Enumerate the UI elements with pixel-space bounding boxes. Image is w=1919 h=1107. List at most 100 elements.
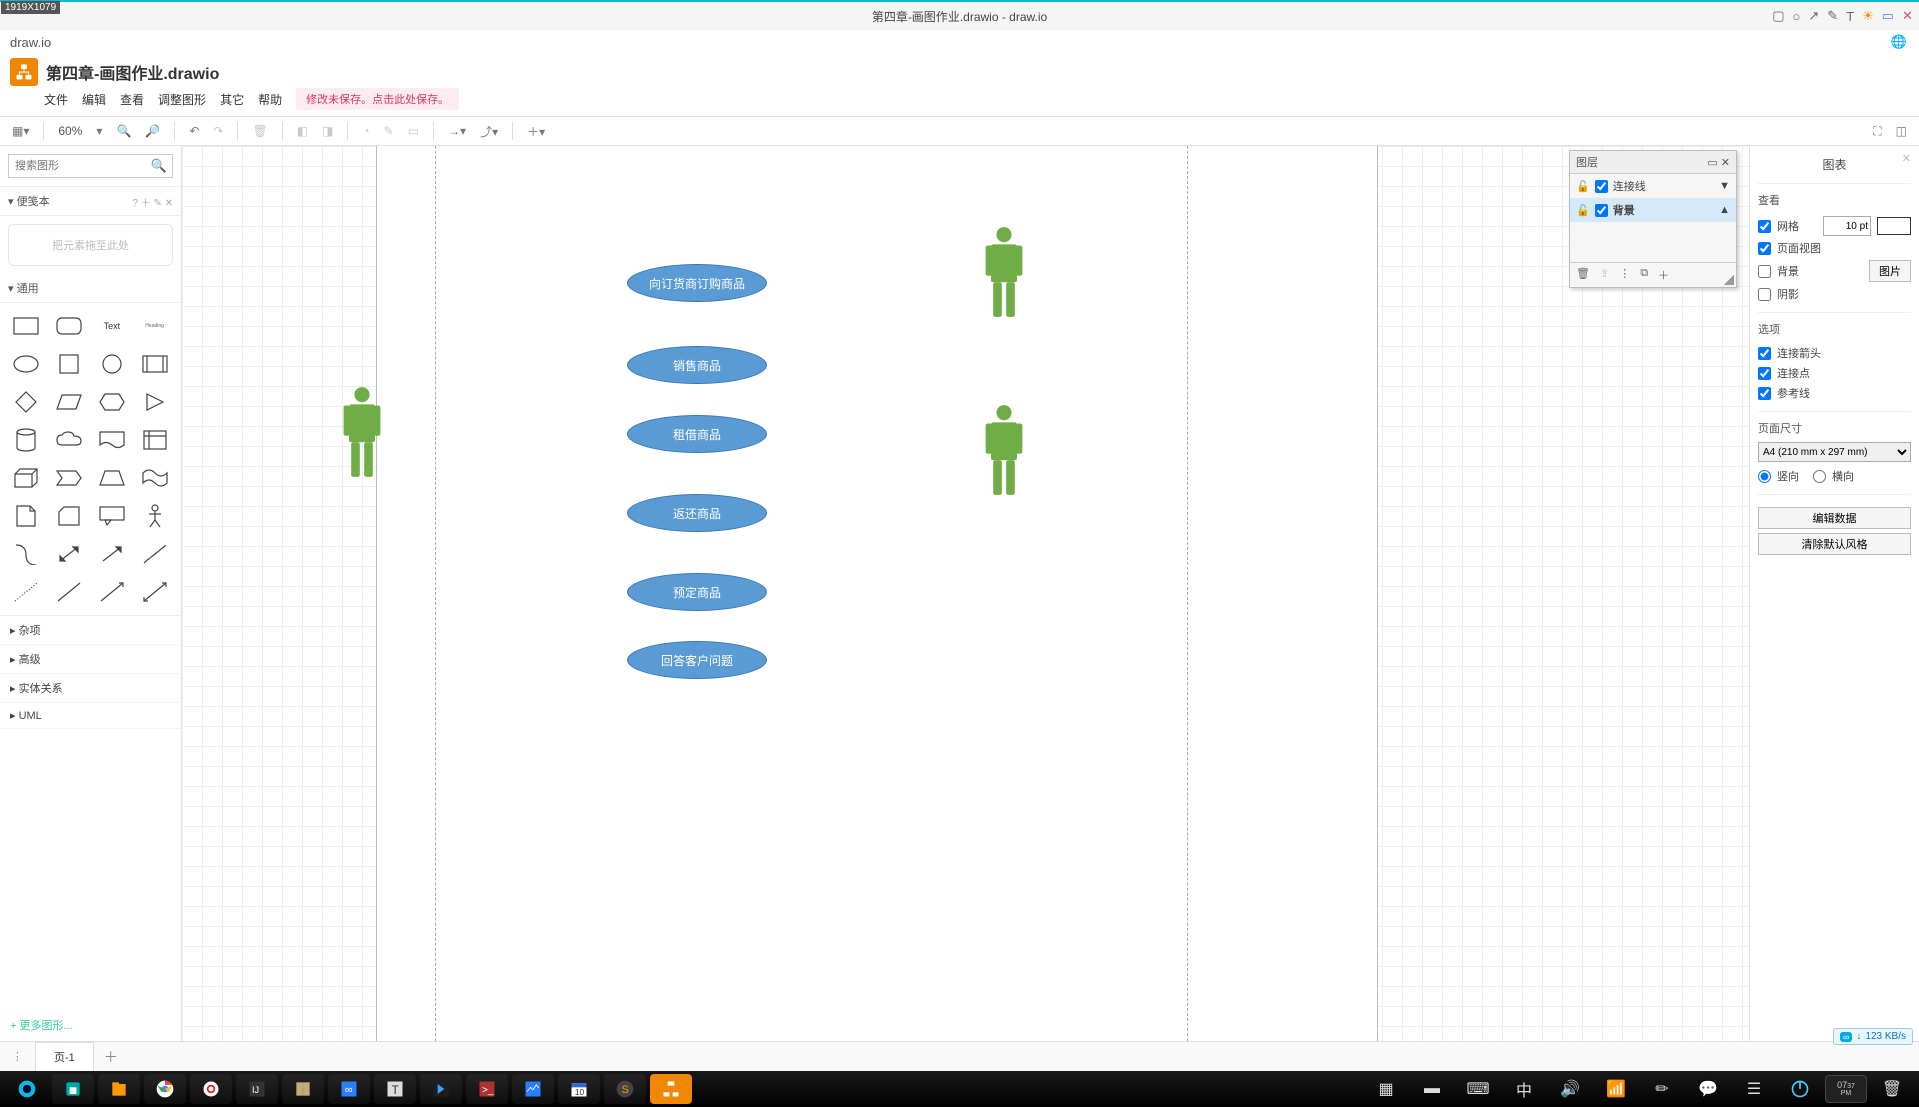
search-icon[interactable]: 🔍 (151, 158, 167, 174)
pencil-icon[interactable]: ✎ (1827, 8, 1838, 24)
usecase-5[interactable]: 预定商品 (627, 573, 767, 611)
shape-parallelogram[interactable] (51, 387, 88, 417)
shape-text[interactable]: Text (94, 311, 131, 341)
delete-icon[interactable]: 🗑 (248, 122, 271, 140)
shape-circle[interactable] (94, 349, 131, 379)
menu-help[interactable]: 帮助 (258, 91, 282, 108)
insert-icon[interactable]: ＋▾ (523, 121, 549, 142)
layer-visible-checkbox[interactable] (1595, 204, 1608, 217)
pageview-checkbox[interactable] (1758, 242, 1771, 255)
layer-row[interactable]: 🔓 背景 ▲ (1570, 198, 1736, 222)
shape-curve[interactable] (8, 539, 45, 569)
duplicate-layer-icon[interactable]: ⧉ (1640, 267, 1648, 283)
clock[interactable]: 0737 PM (1825, 1075, 1867, 1103)
cat-misc[interactable]: ▸ 杂项 (0, 616, 181, 645)
clear-style-button[interactable]: 清除默认风格 (1758, 533, 1911, 555)
lock-toggle-icon[interactable]: 🔓 (1576, 180, 1590, 193)
shape-ellipse[interactable] (8, 349, 45, 379)
shape-callout[interactable] (94, 501, 131, 531)
filename[interactable]: 第四章-画图作业.drawio (46, 60, 219, 84)
menu-view[interactable]: 查看 (120, 91, 144, 108)
shape-square-icon[interactable]: ▢ (1772, 8, 1784, 24)
fullscreen-icon[interactable]: ⛶ (1869, 122, 1885, 141)
line-color-icon[interactable]: ✎ (380, 122, 398, 140)
shape-card[interactable] (51, 501, 88, 531)
zoom-in-icon[interactable]: 🔍 (112, 122, 135, 140)
close-icon[interactable]: ✕ (1902, 8, 1913, 24)
shape-thin-arrow[interactable] (94, 577, 131, 607)
menu-extras[interactable]: 其它 (220, 91, 244, 108)
layer-row[interactable]: 🔓 连接线 ▼ (1570, 174, 1736, 198)
canvas[interactable]: 向订货商订购商品 销售商品 租借商品 返还商品 预定商品 回答客户问题 图层 ▭… (182, 146, 1749, 1041)
export-layer-icon[interactable]: ⇪ (1600, 267, 1609, 283)
shape-step[interactable] (51, 463, 88, 493)
shape-hexagon[interactable] (94, 387, 131, 417)
zoom-out-icon[interactable]: 🔎 (141, 122, 164, 140)
unsaved-warning[interactable]: 修改未保存。点击此处保存。 (296, 88, 459, 110)
shape-internal-storage[interactable] (136, 425, 173, 455)
shape-trapezoid[interactable] (94, 463, 131, 493)
lock-toggle-icon[interactable]: 🔓 (1576, 204, 1590, 217)
actor-bottom-right[interactable] (982, 404, 1026, 501)
scratchpad-dropzone[interactable]: 把元素拖至此处 (8, 224, 173, 266)
connection-icon[interactable]: →▾ (444, 122, 470, 140)
usecase-2[interactable]: 销售商品 (627, 346, 767, 384)
shape-actor[interactable] (136, 501, 173, 531)
shape-process[interactable] (136, 349, 173, 379)
shape-square[interactable] (51, 349, 88, 379)
shape-diamond[interactable] (8, 387, 45, 417)
conn-arrow-checkbox[interactable] (1758, 347, 1771, 360)
actor-left[interactable] (340, 386, 384, 483)
conn-point-checkbox[interactable] (1758, 367, 1771, 380)
close-format-icon[interactable]: ✕ (1902, 152, 1911, 165)
fill-icon[interactable]: ◔ (358, 122, 373, 140)
waypoint-icon[interactable]: ⤴▾ (476, 121, 502, 142)
usecase-6[interactable]: 回答客户问题 (627, 641, 767, 679)
grid-color-swatch[interactable] (1877, 217, 1911, 235)
add-layer-icon[interactable]: ＋ (1658, 267, 1669, 283)
shape-dashed-line[interactable] (136, 539, 173, 569)
cat-entity[interactable]: ▸ 实体关系 (0, 674, 181, 703)
globe-icon[interactable]: 🌐 (1891, 34, 1907, 50)
shape-cube[interactable] (8, 463, 45, 493)
actor-top-right[interactable] (982, 226, 1026, 323)
menu-edit[interactable]: 编辑 (82, 91, 106, 108)
menu-arrange[interactable]: 调整图形 (158, 91, 206, 108)
shape-arrow-icon[interactable]: ↗ (1808, 8, 1819, 24)
image-button[interactable]: 图片 (1869, 260, 1911, 282)
pagesize-select[interactable]: A4 (210 mm x 297 mm) (1758, 442, 1911, 462)
grid-size-input[interactable] (1823, 216, 1871, 236)
shape-thin-bidir[interactable] (136, 577, 173, 607)
delete-layer-icon[interactable]: 🗑 (1576, 267, 1590, 283)
shape-circle-icon[interactable]: ○ (1793, 9, 1801, 24)
grid-checkbox[interactable] (1758, 220, 1771, 233)
sun-icon[interactable]: ☀ (1862, 8, 1874, 24)
search-input[interactable] (8, 154, 173, 178)
close-panel-icon[interactable]: ✕ (1721, 157, 1730, 169)
shape-heading[interactable]: Heading (136, 311, 173, 341)
view-mode-icon[interactable]: ▦▾ (8, 122, 33, 140)
edit-data-button[interactable]: 编辑数据 (1758, 507, 1911, 529)
shape-arrow[interactable] (94, 539, 131, 569)
to-front-icon[interactable]: ◧ (293, 122, 312, 140)
shape-rect[interactable] (8, 311, 45, 341)
shape-tape[interactable] (136, 463, 173, 493)
landscape-radio[interactable] (1813, 470, 1826, 483)
minimize-icon[interactable]: ▭ (1882, 8, 1894, 24)
menu-file[interactable]: 文件 (44, 91, 68, 108)
more-shapes[interactable]: 更多图形... (0, 1009, 181, 1041)
more-layer-icon[interactable]: ⋮ (1619, 267, 1630, 283)
shape-dotted-line[interactable] (8, 577, 45, 607)
scratchpad-header[interactable]: ▾ 便笺本 ? ＋ ✎ ✕ (0, 187, 181, 216)
format-panel-icon[interactable]: ◫ (1892, 122, 1911, 140)
to-back-icon[interactable]: ◨ (318, 122, 337, 140)
shape-cylinder[interactable] (8, 425, 45, 455)
page-tab-1[interactable]: 页-1 (35, 1042, 94, 1071)
add-page-icon[interactable]: ＋ (94, 1047, 128, 1067)
usecase-4[interactable]: 返还商品 (627, 494, 767, 532)
guides-checkbox[interactable] (1758, 387, 1771, 400)
zoom-value[interactable]: 60% (54, 122, 86, 140)
shape-note[interactable] (8, 501, 45, 531)
undo-icon[interactable]: ↶ (185, 122, 203, 140)
portrait-radio[interactable] (1758, 470, 1771, 483)
